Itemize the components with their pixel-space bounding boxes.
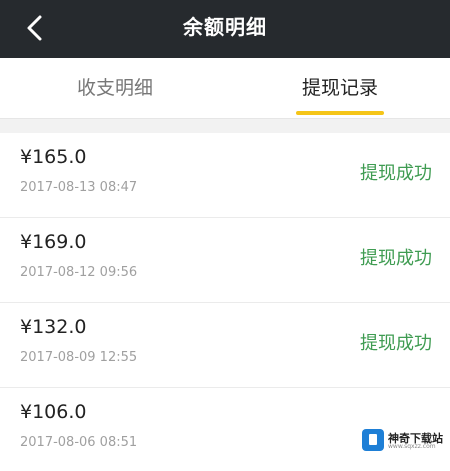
watermark-url: www.sqxzz.com [388,443,436,450]
tab-income-details[interactable]: 收支明细 [40,58,190,118]
tab-withdraw-records[interactable]: 提现记录 [265,58,415,118]
header-bar: 余额明细 [0,0,450,58]
site-watermark: 神奇下载站 www.sqxzz.com [358,427,446,453]
record-date: 2017-08-12 09:56 [20,265,138,280]
record-amount: ¥165.0 [20,146,87,168]
record-date: 2017-08-06 08:51 [20,435,138,450]
record-status: 提现成功 [360,248,432,269]
balance-detail-screen: 余额明细 收支明细 提现记录 ¥165.0 2017-08-13 08:47 提… [0,0,450,471]
record-status: 提现成功 [360,333,432,354]
record-amount: ¥132.0 [20,316,87,338]
watermark-logo-icon [362,429,384,451]
record-amount: ¥169.0 [20,231,87,253]
active-tab-indicator [296,111,384,115]
record-date: 2017-08-09 12:55 [20,350,138,365]
list-item[interactable]: ¥132.0 2017-08-09 12:55 提现成功 [0,303,450,388]
record-amount: ¥106.0 [20,401,87,423]
list-item[interactable]: ¥165.0 2017-08-13 08:47 提现成功 [0,133,450,218]
record-date: 2017-08-13 08:47 [20,180,138,195]
tab-bar: 收支明细 提现记录 [0,58,450,119]
section-divider [0,119,450,133]
withdraw-record-list: ¥165.0 2017-08-13 08:47 提现成功 ¥169.0 2017… [0,133,450,471]
record-status: 提现成功 [360,163,432,184]
page-title: 余额明细 [183,15,267,39]
list-item[interactable]: ¥169.0 2017-08-12 09:56 提现成功 [0,218,450,303]
